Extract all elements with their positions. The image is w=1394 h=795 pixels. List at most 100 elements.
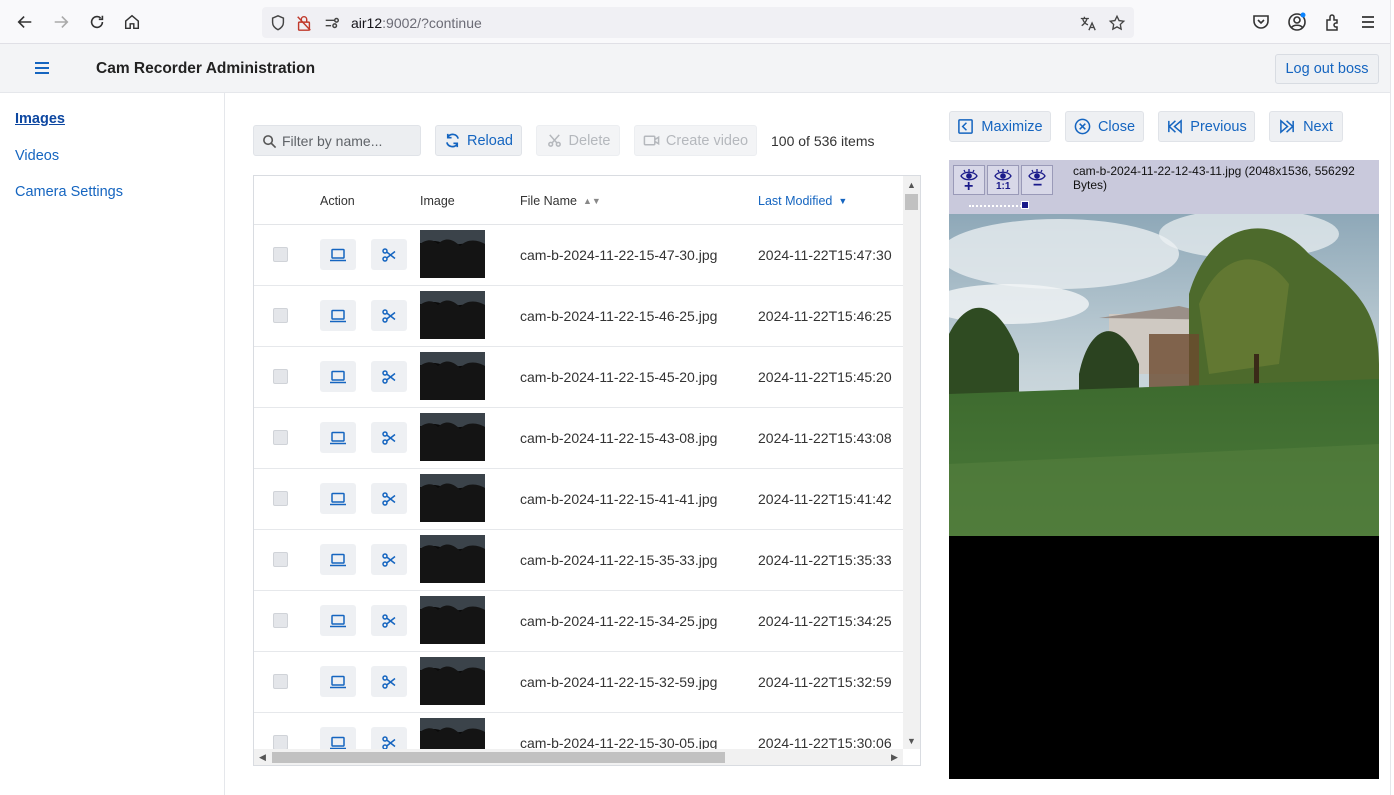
close-label: Close	[1097, 118, 1136, 135]
view-image-button[interactable]	[320, 361, 356, 392]
row-checkbox[interactable]	[273, 308, 288, 323]
account-icon[interactable]	[1287, 12, 1307, 32]
translate-icon[interactable]	[1079, 14, 1097, 32]
image-thumbnail[interactable]	[420, 230, 485, 278]
hamburger-menu-icon[interactable]	[33, 59, 51, 77]
row-checkbox[interactable]	[273, 613, 288, 628]
scroll-right-icon[interactable]: ▶	[886, 749, 903, 765]
sidebar-item-camera-settings[interactable]: Camera Settings	[15, 184, 123, 200]
previous-icon	[1168, 119, 1183, 134]
row-checkbox[interactable]	[273, 491, 288, 506]
scissors-icon	[380, 551, 398, 569]
next-icon	[1280, 119, 1295, 134]
extensions-icon[interactable]	[1323, 12, 1343, 32]
view-image-button[interactable]	[320, 422, 356, 453]
close-button[interactable]: Close	[1065, 111, 1144, 142]
row-checkbox[interactable]	[273, 369, 288, 384]
cut-image-button[interactable]	[371, 605, 407, 636]
view-image-button[interactable]	[320, 483, 356, 514]
image-thumbnail[interactable]	[420, 413, 485, 461]
file-name-cell: cam-b-2024-11-22-15-43-08.jpg	[520, 430, 718, 446]
cut-image-button[interactable]	[371, 361, 407, 392]
zoom-reset-button[interactable]: 1:1	[987, 165, 1019, 195]
image-thumbnail[interactable]	[420, 291, 485, 339]
zoom-reset-label: 1:1	[996, 181, 1011, 192]
row-checkbox[interactable]	[273, 430, 288, 445]
home-icon[interactable]	[120, 10, 144, 34]
next-button[interactable]: Next	[1269, 111, 1343, 142]
previous-button[interactable]: Previous	[1158, 111, 1255, 142]
cut-image-button[interactable]	[371, 422, 407, 453]
cut-image-button[interactable]	[371, 666, 407, 697]
view-image-button[interactable]	[320, 300, 356, 331]
row-checkbox[interactable]	[273, 247, 288, 262]
row-checkbox[interactable]	[273, 552, 288, 567]
scissors-icon	[380, 429, 398, 447]
delete-button[interactable]: Delete	[536, 125, 620, 156]
view-image-button[interactable]	[320, 666, 356, 697]
sidebar-item-videos[interactable]: Videos	[15, 148, 59, 164]
sidebar-item-images[interactable]: Images	[15, 111, 65, 127]
zoom-in-button[interactable]: +	[953, 165, 985, 195]
laptop-icon	[329, 673, 347, 691]
zoom-out-label: −	[1033, 177, 1043, 194]
back-icon[interactable]	[13, 10, 37, 34]
permissions-icon[interactable]	[323, 14, 341, 32]
url-text: air12:9002/?continue	[351, 15, 482, 31]
row-checkbox[interactable]	[273, 674, 288, 689]
scroll-down-icon[interactable]: ▼	[903, 732, 920, 749]
filter-field[interactable]	[253, 125, 421, 156]
table-row: cam-b-2024-11-22-15-43-08.jpg 2024-11-22T…	[254, 408, 903, 469]
image-thumbnail[interactable]	[420, 657, 485, 705]
menu-icon[interactable]	[1358, 12, 1378, 32]
next-label: Next	[1303, 118, 1333, 135]
image-thumbnail[interactable]	[420, 596, 485, 644]
vertical-scrollbar[interactable]: ▲ ▼	[903, 176, 920, 749]
reload-button[interactable]: Reload	[435, 125, 522, 156]
view-image-button[interactable]	[320, 605, 356, 636]
zoom-slider[interactable]	[969, 205, 1029, 208]
pocket-icon[interactable]	[1251, 12, 1271, 32]
last-modified-cell: 2024-11-22T15:32:59	[758, 674, 892, 690]
viewer-toolbar: + 1:1 − cam-b-2024-11-22-12-43-11.jpg (2…	[949, 160, 1379, 214]
app-title: Cam Recorder Administration	[96, 60, 316, 77]
view-image-button[interactable]	[320, 239, 356, 270]
image-thumbnail[interactable]	[420, 535, 485, 583]
forward-icon[interactable]	[49, 10, 73, 34]
horizontal-scrollbar[interactable]: ◀ ▶	[254, 749, 903, 765]
vertical-scroll-thumb[interactable]	[905, 194, 918, 210]
reload-page-icon[interactable]	[85, 10, 109, 34]
browser-toolbar: air12:9002/?continue	[0, 0, 1394, 44]
image-thumbnail[interactable]	[420, 718, 485, 749]
image-viewer: + 1:1 − cam-b-2024-11-22-12-43-11.jpg (2…	[949, 160, 1379, 779]
cut-image-button[interactable]	[371, 300, 407, 331]
column-header-file-name[interactable]: File Name ▲▼	[520, 194, 601, 208]
scroll-up-icon[interactable]: ▲	[903, 176, 920, 193]
zoom-slider-handle[interactable]	[1021, 201, 1029, 209]
maximize-button[interactable]: Maximize	[949, 111, 1051, 142]
cut-image-button[interactable]	[371, 483, 407, 514]
scissors-icon	[380, 368, 398, 386]
column-header-last-modified[interactable]: Last Modified ▼	[758, 194, 847, 208]
bookmark-star-icon[interactable]	[1108, 14, 1126, 32]
filter-input[interactable]	[282, 131, 416, 151]
cut-image-button[interactable]	[371, 544, 407, 575]
scroll-left-icon[interactable]: ◀	[254, 749, 271, 765]
horizontal-scroll-thumb[interactable]	[272, 752, 725, 763]
create-video-button[interactable]: Create video	[634, 125, 757, 156]
view-image-button[interactable]	[320, 544, 356, 575]
logout-button[interactable]: Log out boss	[1275, 54, 1379, 84]
view-image-button[interactable]	[320, 727, 356, 749]
column-header-image: Image	[420, 194, 455, 208]
sort-both-icon: ▲▼	[582, 196, 601, 206]
cut-image-button[interactable]	[371, 239, 407, 270]
row-checkbox[interactable]	[273, 735, 288, 749]
shield-icon[interactable]	[269, 14, 287, 32]
image-thumbnail[interactable]	[420, 352, 485, 400]
image-thumbnail[interactable]	[420, 474, 485, 522]
zoom-out-button[interactable]: −	[1021, 165, 1053, 195]
delete-label: Delete	[568, 132, 611, 149]
cut-image-button[interactable]	[371, 727, 407, 749]
insecure-lock-icon[interactable]	[295, 14, 313, 32]
address-bar[interactable]: air12:9002/?continue	[262, 7, 1134, 38]
